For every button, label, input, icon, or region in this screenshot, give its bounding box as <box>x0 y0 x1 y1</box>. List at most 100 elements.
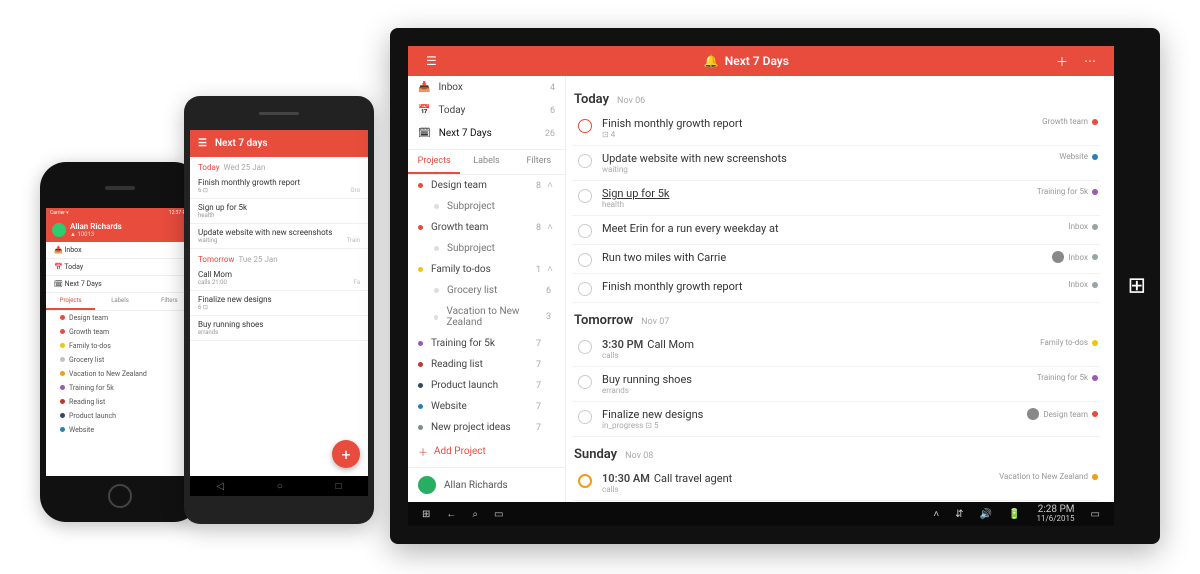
project-color-dot <box>1092 340 1098 346</box>
task-item[interactable]: 10:30 AMCall travel agent calls Vacation… <box>572 466 1100 501</box>
avatar[interactable] <box>52 223 66 237</box>
sidebar-item-today[interactable]: 📅Today6 <box>408 99 565 122</box>
bell-icon[interactable]: 🔔 <box>704 54 719 68</box>
project-item[interactable]: Reading list <box>46 395 194 409</box>
windows-taskbar: ⊞ ← ⌕ ▭ ˄ ⇵ 🔊 🔋 2:28 PM 11/6/2015 ▭ <box>408 502 1114 526</box>
tab-labels[interactable]: Labels <box>460 150 512 174</box>
task-checkbox[interactable] <box>578 375 592 389</box>
add-project-button[interactable]: ＋ Add Project <box>408 436 565 467</box>
task-item[interactable]: Finish monthly growth report ⊡ 4 Growth … <box>572 111 1100 146</box>
project-item[interactable]: Product launch <box>46 409 194 423</box>
task-checkbox[interactable] <box>578 224 592 238</box>
task-item[interactable]: Sign up for 5khealth <box>190 199 368 224</box>
nav-today[interactable]: 📅 Today <box>46 259 194 276</box>
start-icon[interactable]: ⊞ <box>414 509 438 520</box>
sidebar-item-next7[interactable]: 🗓Next 7 Days26 <box>408 122 565 145</box>
project-color-dot <box>418 183 423 188</box>
task-title: 3:30 PMCall Mom <box>602 338 1040 351</box>
subproject-item[interactable]: Grocery list6 <box>408 280 565 301</box>
project-item[interactable]: Reading list7 <box>408 354 565 375</box>
menu-icon[interactable]: ☰ <box>418 54 445 68</box>
tab-projects[interactable]: Projects <box>408 150 460 174</box>
task-item[interactable]: Update website with new screenshotswaiti… <box>190 224 368 249</box>
more-icon[interactable]: ⋯ <box>1076 54 1104 68</box>
project-item[interactable]: New project ideas7 <box>408 417 565 436</box>
chevron-up-icon[interactable]: ˄ <box>545 264 555 275</box>
tab-filters[interactable]: Filters <box>513 150 565 174</box>
task-subtitle: calls <box>602 351 1040 360</box>
task-checkbox[interactable] <box>578 282 592 296</box>
project-color-dot <box>418 425 423 430</box>
task-item[interactable]: Finish monthly growth report Inbox <box>572 274 1100 303</box>
project-item[interactable]: Website7 <box>408 396 565 417</box>
taskview-icon[interactable]: ▭ <box>486 509 511 520</box>
sidebar-tabs: Projects Labels Filters <box>408 149 565 175</box>
task-title: Run two miles with Carrie <box>602 251 1052 264</box>
project-color-dot <box>1092 375 1098 381</box>
project-item[interactable]: Product launch7 <box>408 375 565 396</box>
task-item[interactable]: Sign up for 5k health Training for 5k <box>572 181 1100 216</box>
task-checkbox[interactable] <box>578 474 592 488</box>
project-item[interactable]: Growth team <box>46 325 194 339</box>
add-task-fab[interactable]: + <box>332 440 360 468</box>
tray-chevron-icon[interactable]: ˄ <box>925 509 947 520</box>
project-color-dot <box>60 413 65 418</box>
notifications-icon[interactable]: ▭ <box>1083 509 1108 520</box>
task-item[interactable]: Buy running shoes errands Training for 5… <box>572 367 1100 402</box>
nav-next7[interactable]: 🗓 Next 7 Days <box>46 276 194 293</box>
back-button[interactable]: ◁ <box>216 481 224 492</box>
project-item[interactable]: Website <box>46 423 194 437</box>
sidebar-item-inbox[interactable]: 📥Inbox4 <box>408 76 565 99</box>
task-item[interactable]: Meet Erin for a run every weekday at Inb… <box>572 216 1100 245</box>
clock[interactable]: 2:28 PM 11/6/2015 <box>1028 504 1082 524</box>
task-item[interactable]: Buy running shoeserrands <box>190 316 368 341</box>
project-item[interactable]: Family to-dos1˄ <box>408 259 565 280</box>
project-name: Reading list <box>431 359 483 370</box>
tab-labels[interactable]: Labels <box>95 293 144 310</box>
search-icon[interactable]: ⌕ <box>464 509 486 520</box>
project-item[interactable]: Family to-dos <box>46 339 194 353</box>
task-checkbox[interactable] <box>578 119 592 133</box>
nav-inbox[interactable]: 📥 Inbox <box>46 242 194 259</box>
project-item[interactable]: Training for 5k7 <box>408 333 565 354</box>
task-item[interactable]: Finish monthly growth report6 ⊡ Gro <box>190 174 368 199</box>
subproject-item[interactable]: Vacation to New Zealand3 <box>408 301 565 333</box>
chevron-up-icon[interactable]: ˄ <box>545 180 555 191</box>
user-row[interactable]: Allan Richards <box>408 467 565 502</box>
task-item[interactable]: Run two miles with Carrie Inbox <box>572 245 1100 274</box>
task-item[interactable]: Update website with new screenshots wait… <box>572 146 1100 181</box>
task-checkbox[interactable] <box>578 253 592 267</box>
subproject-item[interactable]: Subproject <box>408 196 565 217</box>
subproject-item[interactable]: Subproject <box>408 238 565 259</box>
project-item[interactable]: Design team8˄ <box>408 175 565 196</box>
project-item[interactable]: Vacation to New Zealand <box>46 367 194 381</box>
tray-volume-icon[interactable]: 🔊 <box>972 509 1000 520</box>
home-button[interactable]: ○ <box>277 481 283 492</box>
menu-icon[interactable]: ☰ <box>198 138 207 149</box>
project-item[interactable]: Design team <box>46 311 194 325</box>
task-checkbox[interactable] <box>578 154 592 168</box>
task-checkbox[interactable] <box>578 410 592 424</box>
tray-wifi-icon[interactable]: ⇵ <box>947 509 971 520</box>
back-icon[interactable]: ← <box>438 509 464 520</box>
task-item[interactable]: Finalize new designs6 ⊡ <box>190 291 368 316</box>
add-icon[interactable]: ＋ <box>1048 53 1076 70</box>
nav-label: Inbox <box>438 82 462 93</box>
task-checkbox[interactable] <box>578 189 592 203</box>
project-item[interactable]: Growth team8˄ <box>408 217 565 238</box>
windows-button[interactable]: ⊞ <box>1128 274 1146 299</box>
task-item[interactable]: Finalize new designs in_progress ⊡ 5 Des… <box>572 402 1100 437</box>
tab-projects[interactable]: Projects <box>46 293 95 310</box>
task-checkbox[interactable] <box>578 340 592 354</box>
task-item[interactable]: 3:30 PMCall Mom calls Family to-dos <box>572 332 1100 367</box>
project-color-dot <box>434 315 438 320</box>
task-item[interactable]: Call Momcalls 21:00 Fa <box>190 266 368 291</box>
tray-battery-icon[interactable]: 🔋 <box>1000 509 1028 520</box>
recent-button[interactable]: □ <box>336 481 342 492</box>
project-item[interactable]: Grocery list <box>46 353 194 367</box>
project-color-dot <box>418 267 423 272</box>
task-meta: Training for 5k <box>1037 373 1098 382</box>
home-button[interactable] <box>108 484 132 508</box>
chevron-up-icon[interactable]: ˄ <box>545 222 555 233</box>
project-item[interactable]: Training for 5k <box>46 381 194 395</box>
